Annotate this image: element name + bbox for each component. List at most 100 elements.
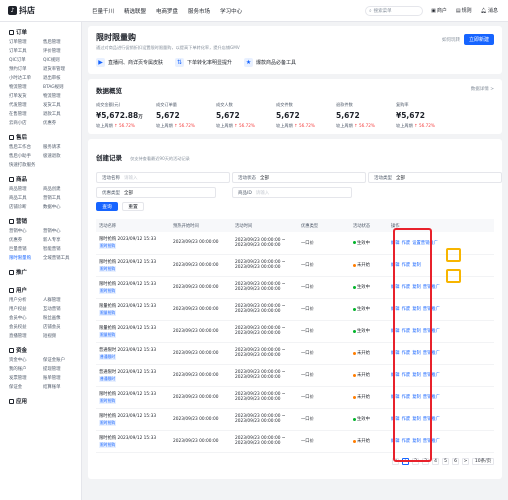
sidebar-item[interactable]: 会员中心 <box>9 315 43 321</box>
sidebar-item[interactable]: 极速退款 <box>43 153 77 159</box>
overview-more-link[interactable]: 数据详情 > <box>471 86 494 92</box>
sidebar-item[interactable]: 会员权益 <box>9 324 43 330</box>
filter-field[interactable]: 活动状态 全部 <box>232 172 366 183</box>
top-nav-item[interactable]: 电商罗盘 <box>156 7 178 15</box>
section-icon <box>9 347 14 353</box>
sidebar-item[interactable]: 商品创建 <box>43 186 77 192</box>
sidebar-item[interactable]: 结算账单 <box>43 384 77 390</box>
filter-field[interactable]: 活动名称 请输入 <box>96 172 230 183</box>
sidebar-item[interactable]: 保证金账户 <box>43 357 77 363</box>
page-number[interactable]: 6 <box>452 457 459 465</box>
top-nav-item[interactable]: 巨量千川 <box>92 7 114 15</box>
top-nav-item[interactable]: 精选联盟 <box>124 7 146 15</box>
sidebar-item[interactable]: 快速打款服务 <box>9 162 43 168</box>
sidebar-item[interactable]: 营销中心 <box>43 228 77 234</box>
sidebar-item[interactable]: 退货率管理 <box>43 66 77 72</box>
sidebar-item[interactable]: 物流管理 <box>43 93 77 99</box>
filter-value: 全部 <box>260 175 269 181</box>
sidebar-item[interactable]: 资金中心 <box>9 357 43 363</box>
sidebar-section-items: 订单管理 售后管理 订单工具 评价管理 QIC订单 QIC规则 预约订单 退货率管理 小时达工单… <box>9 39 81 126</box>
sidebar-item[interactable]: 订单工具 <box>9 48 43 54</box>
sidebar-item[interactable]: 保证金 <box>9 384 43 390</box>
sidebar-item[interactable]: 云商小店 <box>9 120 43 126</box>
cell-name: 限时抢购 2023/09/12 15:33 限时抢购 <box>96 430 170 453</box>
sidebar-item[interactable]: 短视频 <box>43 333 77 339</box>
metric-value: ¥5,672.88万 <box>96 111 156 120</box>
feature-label: 下单转化率明显提升 <box>187 60 233 66</box>
sidebar-item[interactable]: 售后管理 <box>43 39 77 45</box>
sidebar-item[interactable]: 智能营销 <box>43 246 77 252</box>
sidebar-item[interactable]: 互动营销 <box>43 306 77 312</box>
filter-field[interactable]: 商品ID 请输入 <box>232 187 352 198</box>
next-page-button[interactable]: > <box>462 457 469 465</box>
status-badge: 生效中 <box>353 284 388 290</box>
status-text: 未开始 <box>357 263 370 268</box>
compare-delta: ↑ 56.72% <box>294 123 315 128</box>
metric-value: ¥5,672 <box>396 111 456 120</box>
page-number[interactable]: 5 <box>442 457 449 465</box>
search-input[interactable]: ⌕ 搜索菜单 <box>365 5 424 16</box>
sidebar-item[interactable]: 优惠券 <box>43 120 77 126</box>
sidebar-item[interactable]: 售后工作台 <box>9 144 43 150</box>
sidebar-item[interactable]: 预约订单 <box>9 66 43 72</box>
sidebar-item[interactable]: 用户权益 <box>9 306 43 312</box>
sidebar-item[interactable]: 人群管理 <box>43 297 77 303</box>
sidebar-item[interactable]: 发票管理 <box>9 375 43 381</box>
filter-field[interactable]: 活动类型 全部 <box>368 172 502 183</box>
sidebar-item[interactable]: 我的账户 <box>9 366 43 372</box>
sidebar-item[interactable]: 营销工具 <box>43 195 77 201</box>
sidebar-item[interactable]: 在售管理 <box>9 111 43 117</box>
page-number[interactable]: 4 <box>432 457 439 465</box>
sidebar-item[interactable]: BTAG规则 <box>43 84 77 90</box>
sidebar-item[interactable]: 代发管理 <box>9 102 43 108</box>
sidebar-item[interactable]: 小时达工单 <box>9 75 43 81</box>
top-right-item[interactable]: ▣ 商户 <box>431 7 447 15</box>
top-right-item[interactable]: ▤ 规则 <box>456 7 472 15</box>
sidebar-item[interactable]: 巨量营销 <box>9 246 43 252</box>
cell-status: 生效中 <box>350 298 388 321</box>
sidebar-item[interactable]: 提现管理 <box>43 366 77 372</box>
sidebar-item[interactable]: 评价管理 <box>43 48 77 54</box>
sidebar-item[interactable]: 直播管理 <box>9 333 43 339</box>
sidebar-item[interactable]: 退出审核 <box>43 75 77 81</box>
top-nav-item[interactable]: 学习中心 <box>220 7 242 15</box>
sidebar-item[interactable]: QIC规则 <box>43 57 77 63</box>
query-button[interactable]: 查询 <box>96 202 118 211</box>
logo[interactable]: ♪ 抖店 <box>8 5 78 16</box>
top-nav-item[interactable]: 服务市场 <box>188 7 210 15</box>
sidebar-item[interactable]: 订单管理 <box>9 39 43 45</box>
sidebar-item[interactable]: 用户分析 <box>9 297 43 303</box>
cell-type: 一口价 <box>298 276 350 299</box>
help-link[interactable]: 如何玩转 <box>442 37 460 43</box>
filter-field[interactable]: 优惠类型 全部 <box>96 187 216 198</box>
sidebar-item[interactable]: 限时限量购 <box>9 255 43 261</box>
void-action-highlight-2 <box>446 269 461 283</box>
activity-tag: 普通限时 <box>99 353 117 360</box>
sidebar-item[interactable]: 全域营销工具 <box>43 255 77 261</box>
sidebar-item[interactable]: 新人专享 <box>43 237 77 243</box>
sidebar-item[interactable]: 店铺诊断 <box>9 204 43 210</box>
sidebar-item[interactable]: 售后小助手 <box>9 153 43 159</box>
sidebar-item[interactable]: 发货工具 <box>43 102 77 108</box>
sidebar-item[interactable]: 店铺会员 <box>43 324 77 330</box>
sidebar-item[interactable]: 物流管理 <box>9 84 43 90</box>
top-right-item[interactable]: 🔔︎ 消息 <box>481 7 498 15</box>
sidebar-item[interactable]: 粉丝画像 <box>43 315 77 321</box>
sidebar-item[interactable]: 数据中心 <box>43 204 77 210</box>
cell-status: 生效中 <box>350 232 388 255</box>
sidebar-item[interactable]: 优惠券 <box>9 237 43 243</box>
sidebar-item[interactable]: 退款工具 <box>43 111 77 117</box>
create-button[interactable]: 立即新建 <box>463 34 494 45</box>
sidebar-item[interactable]: 营销中心 <box>9 228 43 234</box>
reset-button[interactable]: 重置 <box>122 202 144 211</box>
sidebar-item[interactable]: 商品工具 <box>9 195 43 201</box>
sidebar-item[interactable]: 打单发货 <box>9 93 43 99</box>
cell-preheat: 2023/09/23 00:00:00 <box>170 430 232 453</box>
sidebar-item[interactable]: 商品管理 <box>9 186 43 192</box>
sidebar-item[interactable]: QIC订单 <box>9 57 43 63</box>
compare-label: 较上周期 <box>396 123 413 128</box>
status-column-highlight <box>393 228 432 462</box>
sidebar-item[interactable]: 服务请求 <box>43 144 77 150</box>
page-size-select[interactable]: 10条/页 <box>472 457 494 465</box>
sidebar-item[interactable]: 账单管理 <box>43 375 77 381</box>
